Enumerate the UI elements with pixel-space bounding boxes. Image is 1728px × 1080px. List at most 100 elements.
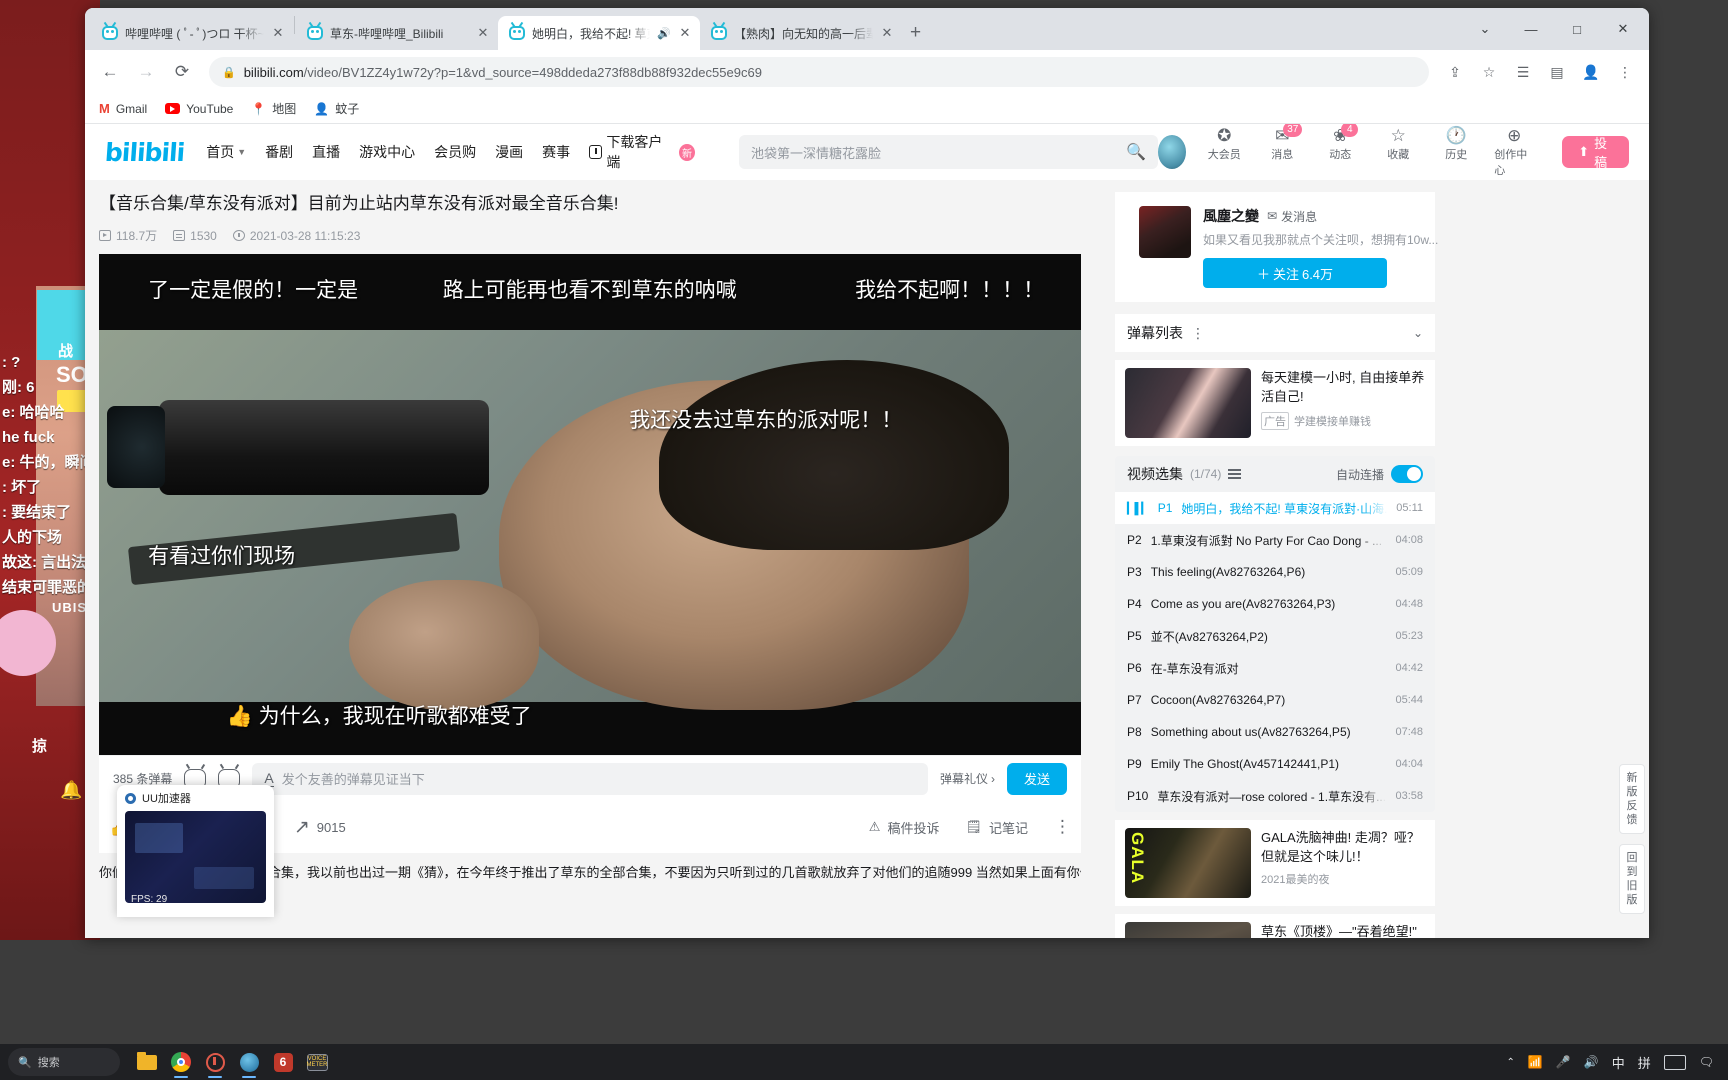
bookmark-person[interactable]: 👤 蚊子	[314, 100, 359, 117]
network-icon[interactable]: 📶	[1528, 1055, 1543, 1069]
ad-card[interactable]: 每天建模一小时, 自由接单养活自己! 广告 学建模接单赚钱	[1115, 360, 1435, 446]
steam-icon[interactable]	[234, 1047, 264, 1078]
game-icon[interactable]: 6	[268, 1047, 298, 1077]
desktop-peek-icon[interactable]	[1663, 1054, 1686, 1070]
notification-icon[interactable]: 🗨	[1699, 1055, 1714, 1069]
share-button[interactable]: ↗ 9015	[294, 816, 346, 839]
download-client-label[interactable]: 下载客户端	[606, 132, 672, 172]
profile-icon[interactable]: 👤	[1577, 58, 1605, 86]
share-icon[interactable]: ⇪	[1441, 58, 1469, 86]
browser-tab-4[interactable]: 【熟肉】向无知的高一后辈疯狂s ✕	[700, 16, 902, 50]
nav-item-5[interactable]: 漫画	[495, 142, 523, 162]
playlist-item-title: 在-草东没有派对	[1150, 661, 1239, 676]
tab-close-icon[interactable]: ✕	[271, 25, 285, 41]
autoplay-control[interactable]: 自动连播	[1336, 465, 1423, 483]
forward-button[interactable]: →	[131, 57, 161, 87]
taskbar-search[interactable]: 🔍 搜索	[8, 1048, 120, 1076]
danmaku-etiquette-link[interactable]: 弹幕礼仪 ›	[940, 770, 995, 787]
more-dots-icon[interactable]: ⋮	[1191, 325, 1205, 342]
header-item-0[interactable]: ✪ 大会员	[1204, 127, 1244, 178]
ad-thumbnail	[1125, 368, 1251, 438]
tab-close-icon[interactable]: ✕	[476, 25, 490, 41]
search-input[interactable]: 池袋第一深情糖花露脸 🔍	[739, 135, 1159, 169]
header-item-4[interactable]: 🕐 历史	[1436, 127, 1476, 178]
header-item-1[interactable]: ✉ 37 消息	[1262, 124, 1303, 178]
send-button[interactable]: 发送	[1006, 762, 1067, 795]
uu-accelerator-popup[interactable]: UU加速器 FPS: 29	[117, 785, 274, 917]
playlist-item-p8[interactable]: P8 Something about us(Av82763264,P5) 07:48	[1115, 716, 1435, 748]
browser-tab-1[interactable]: 哔哩哔哩 ( ﾟ- ﾟ)つロ 干杯~-bili ✕	[91, 16, 293, 50]
recommendation-card-0[interactable]: GALA洗脑神曲! 走凋？哑？但就是这个味儿!！ 2021最美的夜	[1115, 820, 1435, 906]
playlist-item-p3[interactable]: P3 This feeling(Av82763264,P6) 05:09	[1115, 556, 1435, 588]
voicemeeter-icon[interactable]: VOICE METER	[302, 1047, 332, 1077]
back-button[interactable]: ←	[95, 57, 125, 87]
nav-item-6[interactable]: 赛事	[542, 142, 570, 162]
bilibili-logo[interactable]: bilibili	[104, 138, 185, 167]
search-icon[interactable]: 🔍	[1126, 142, 1146, 162]
playlist-item-p6[interactable]: P6 在-草东没有派对 04:42	[1115, 652, 1435, 684]
danmaku-input[interactable]: A 发个友善的弹幕见证当下	[252, 762, 928, 795]
player-control-bar[interactable]	[99, 747, 1081, 755]
browser-tab-2[interactable]: 草东-哔哩哔哩_Bilibili ✕	[296, 16, 498, 50]
nav-item-0[interactable]: 首页 ▼	[206, 142, 246, 162]
reading-list-icon[interactable]: ☰	[1509, 58, 1537, 86]
new-tab-button[interactable]: +	[910, 22, 921, 44]
send-message-link[interactable]: ✉ 发消息	[1267, 208, 1317, 225]
upload-button[interactable]: ⬆ 投稿	[1562, 136, 1629, 170]
avatar[interactable]	[1158, 135, 1187, 169]
recommendation-card-1[interactable]: 03:41 草东《顶楼》—"吞着绝望!"⊡新疆街第一深情▶ 22.3万▤ 154	[1115, 914, 1435, 938]
old-version-button[interactable]: 回到 旧版	[1619, 844, 1645, 914]
uploader-name[interactable]: 風塵之變	[1203, 206, 1259, 226]
file-explorer-icon[interactable]	[132, 1047, 162, 1077]
ime-mode-indicator[interactable]: 拼	[1638, 1053, 1651, 1072]
tab-mute-icon[interactable]: 🔊	[657, 27, 671, 40]
reload-button[interactable]: ⟳	[167, 57, 197, 87]
playlist-item-p2[interactable]: P2 1.草東沒有派對 No Party For Cao Dong - ... 04…	[1115, 524, 1435, 556]
nav-item-1[interactable]: 番剧	[265, 142, 293, 162]
header-item-2[interactable]: ❀ 4 动态	[1320, 124, 1360, 178]
sidepanel-icon[interactable]: ▤	[1543, 58, 1571, 86]
playlist-item-p9[interactable]: P9 Emily The Ghost(Av457142441,P1) 04:04	[1115, 748, 1435, 780]
menu-icon[interactable]: ⋮	[1611, 58, 1639, 86]
header-item-label: 大会员	[1207, 148, 1241, 161]
tab-search-chevron-icon[interactable]: ⌄	[1463, 14, 1507, 44]
close-window-button[interactable]: ✕	[1601, 14, 1645, 44]
ime-lang-indicator[interactable]: 中	[1612, 1053, 1625, 1072]
playlist-item-p7[interactable]: P7 Cocoon(Av82763264,P7) 05:44	[1115, 684, 1435, 716]
bookmark-youtube[interactable]: YouTube	[165, 102, 233, 116]
uu-accelerator-icon[interactable]	[200, 1047, 230, 1078]
nav-item-2[interactable]: 直播	[312, 142, 340, 162]
header-item-5[interactable]: ⊕ 创作中心	[1494, 127, 1534, 178]
list-view-icon[interactable]	[1228, 469, 1242, 479]
chevron-down-icon[interactable]: ⌄	[1413, 326, 1423, 340]
note-button[interactable]: 🗒 记笔记	[965, 818, 1028, 837]
bookmark-maps[interactable]: 📍 地图	[251, 100, 296, 117]
autoplay-toggle[interactable]	[1391, 465, 1423, 483]
minimize-button[interactable]: —	[1509, 14, 1553, 44]
volume-icon[interactable]: 🔊	[1584, 1055, 1599, 1069]
bookmark-star-icon[interactable]: ☆	[1475, 58, 1503, 86]
playlist-item-p1[interactable]: ▎▌▎ P1 她明白，我给不起! 草東沒有派對·山海... 05:11	[1115, 492, 1435, 524]
report-button[interactable]: ⚠ 稿件投诉	[869, 818, 940, 837]
tab-close-icon[interactable]: ✕	[880, 25, 894, 41]
playlist-item-p4[interactable]: P4 Come as you are(Av82763264,P3) 04:48	[1115, 588, 1435, 620]
history-clock-icon: 🕐	[1445, 125, 1467, 145]
maximize-button[interactable]: □	[1555, 14, 1599, 44]
bookmark-gmail[interactable]: M Gmail	[99, 101, 147, 116]
playlist-item-p10[interactable]: P10 草东没有派对—rose colored - 1.草东没有... 03:58	[1115, 780, 1435, 812]
header-item-3[interactable]: ☆ 收藏	[1378, 127, 1418, 178]
tray-expand-icon[interactable]: ⌃	[1506, 1057, 1514, 1068]
nav-item-4[interactable]: 会员购	[434, 142, 476, 162]
uploader-avatar[interactable]	[1139, 206, 1191, 258]
address-bar[interactable]: 🔒 bilibili.com/video/BV1ZZ4y1w72y?p=1&vd…	[209, 57, 1429, 87]
nav-item-3[interactable]: 游戏中心	[359, 142, 415, 162]
follow-button[interactable]: ＋ 关注 6.4万	[1203, 258, 1387, 288]
video-player[interactable]: 了一定是假的！一定是 路上可能再也看不到草东的呐喊 我给不起啊！！！！ 我还没去过草东…	[99, 254, 1081, 755]
chrome-icon[interactable]	[166, 1047, 196, 1078]
browser-tab-3-active[interactable]: 她明白，我给不起! 草東沒有 🔊 ✕	[498, 16, 700, 50]
mic-icon[interactable]: 🎤	[1556, 1055, 1571, 1069]
playlist-item-p5[interactable]: P5 並不(Av82763264,P2) 05:23	[1115, 620, 1435, 652]
more-dots-icon[interactable]: ⋮	[1054, 817, 1071, 837]
new-feedback-button[interactable]: 新版 反馈	[1619, 764, 1645, 834]
tab-close-icon[interactable]: ✕	[678, 25, 692, 41]
